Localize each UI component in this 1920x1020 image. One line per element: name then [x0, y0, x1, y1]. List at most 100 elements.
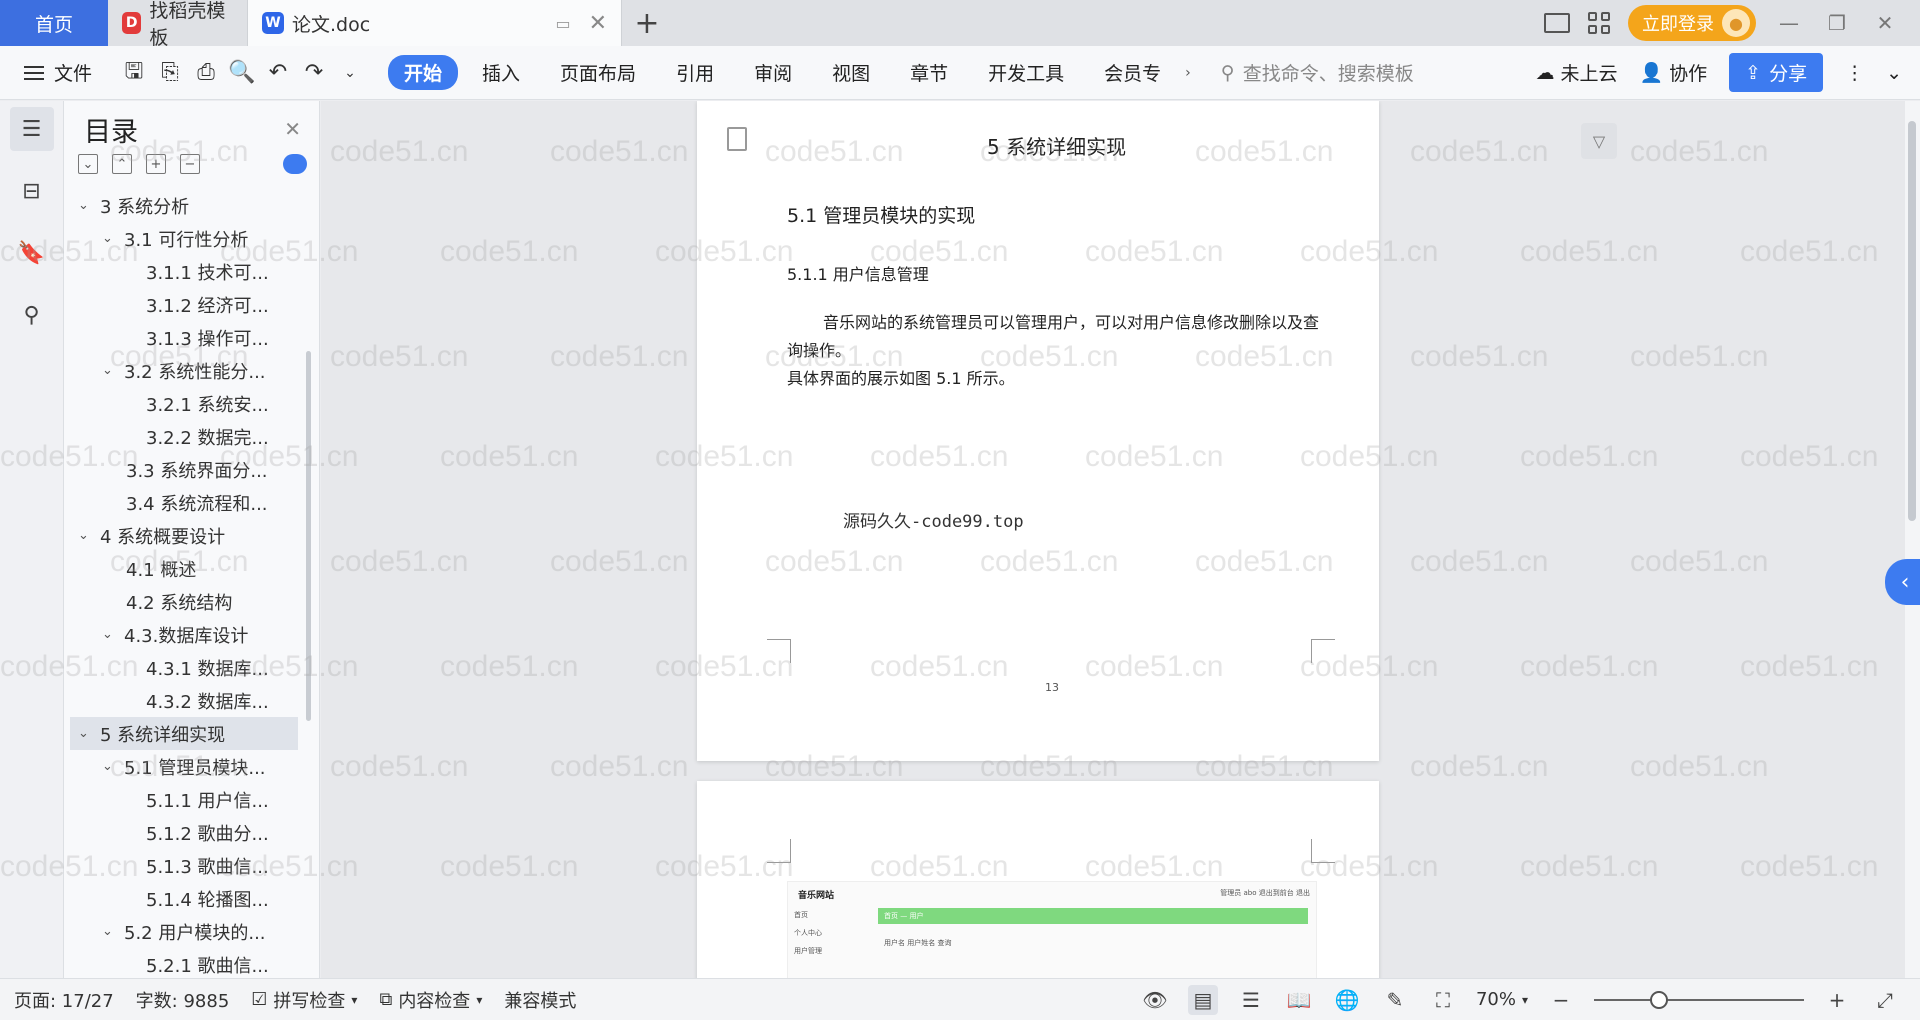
- chevron-down-icon[interactable]: ⌄: [78, 528, 94, 543]
- collapse-icon[interactable]: ⌃: [112, 154, 132, 174]
- minimize-icon[interactable]: —: [1774, 11, 1804, 35]
- zoom-knob[interactable]: [1650, 990, 1668, 1009]
- collapse-ribbon-icon[interactable]: ⌄: [1886, 62, 1902, 84]
- tab-member[interactable]: 会员专: [1088, 55, 1177, 90]
- fullscreen-icon[interactable]: ⤢: [1870, 985, 1900, 1015]
- fit-page-icon[interactable]: ⛶: [1428, 985, 1458, 1015]
- monitor-icon[interactable]: ▭: [555, 14, 570, 33]
- outline-item[interactable]: 3.4 系统流程和...: [70, 486, 298, 519]
- outline-item[interactable]: 3.1.3 操作可...: [70, 321, 298, 354]
- share-button[interactable]: ⇪ 分享: [1729, 53, 1824, 92]
- document-icon[interactable]: [727, 127, 747, 151]
- print-icon[interactable]: ⎙: [188, 55, 224, 91]
- tab-document[interactable]: W 论文.doc ▭ ✕: [248, 0, 622, 46]
- filter-icon[interactable]: ▽: [1581, 123, 1617, 159]
- chevron-down-icon[interactable]: ⌄: [78, 198, 94, 213]
- tab-view[interactable]: 视图: [816, 55, 886, 90]
- print-preview-icon[interactable]: 🔍: [224, 55, 260, 91]
- zoom-slider[interactable]: [1594, 990, 1804, 1009]
- outline-item[interactable]: 4.3.1 数据库...: [70, 651, 298, 684]
- tab-insert[interactable]: 插入: [466, 55, 536, 90]
- outline-item[interactable]: ⌄ 5 系统详细实现: [70, 717, 298, 750]
- zoom-out-icon[interactable]: −: [1546, 985, 1576, 1015]
- outline-item[interactable]: 3.2.2 数据完...: [70, 420, 298, 453]
- document-page[interactable]: 5 系统详细实现 5.1 管理员模块的实现 5.1.1 用户信息管理 音乐网站的…: [697, 101, 1379, 761]
- outline-item[interactable]: ⌄ 4.3.数据库设计: [70, 618, 298, 651]
- close-panel-icon[interactable]: ✕: [284, 117, 301, 141]
- page-count[interactable]: 页面: 17/27: [14, 987, 114, 1013]
- new-tab-button[interactable]: +: [622, 0, 672, 46]
- collab-button[interactable]: 👤 协作: [1639, 59, 1707, 86]
- add-heading-icon[interactable]: +: [146, 154, 166, 174]
- chevron-down-icon[interactable]: ⌄: [332, 55, 368, 91]
- outline-item[interactable]: ⌄ 4 系统概要设计: [70, 519, 298, 552]
- find-icon[interactable]: ⚲: [10, 293, 54, 337]
- ai-assistant-icon[interactable]: [283, 154, 307, 174]
- compat-mode[interactable]: 兼容模式: [504, 987, 576, 1013]
- outline-item[interactable]: 3.3 系统界面分...: [70, 453, 298, 486]
- remove-heading-icon[interactable]: −: [180, 154, 200, 174]
- eye-protection-icon[interactable]: 👁: [1140, 985, 1170, 1015]
- apps-grid-icon[interactable]: [1588, 12, 1610, 34]
- outline-item[interactable]: ⌄ 3.1 可行性分析: [70, 222, 298, 255]
- file-menu[interactable]: 文件: [0, 59, 116, 86]
- chevron-down-icon[interactable]: ⌄: [102, 759, 118, 774]
- scroll-thumb[interactable]: [1908, 121, 1916, 521]
- chevron-down-icon[interactable]: ⌄: [78, 726, 94, 741]
- outline-item[interactable]: ⌄ 5.1 管理员模块...: [70, 750, 298, 783]
- undo-icon[interactable]: ↶: [260, 55, 296, 91]
- more-icon[interactable]: ⋮: [1845, 62, 1864, 84]
- outline-scrollbar[interactable]: [306, 351, 311, 721]
- outline-item[interactable]: 4.2 系统结构: [70, 585, 298, 618]
- redo-icon[interactable]: ↷: [296, 55, 332, 91]
- page-view-icon[interactable]: ▤: [1187, 984, 1218, 1015]
- tab-reference[interactable]: 引用: [660, 55, 730, 90]
- chevron-right-icon[interactable]: ›: [1185, 65, 1191, 81]
- zoom-in-icon[interactable]: +: [1822, 985, 1852, 1015]
- save-icon[interactable]: 🖫: [116, 55, 152, 91]
- navigation-icon[interactable]: ⊟: [10, 169, 54, 213]
- login-button[interactable]: 立即登录 ●: [1628, 5, 1756, 41]
- close-tab-icon[interactable]: ✕: [589, 11, 607, 36]
- expand-sidebar-icon[interactable]: ‹: [1885, 559, 1920, 605]
- chevron-down-icon[interactable]: ⌄: [102, 627, 118, 642]
- outline-item[interactable]: ⌄ 5.2 用户模块的...: [70, 915, 298, 948]
- document-page-2[interactable]: 音乐网站 管理员 abo 退出到前台 退出 首页 个人中心 用户管理 首页 — …: [697, 781, 1379, 978]
- outline-item[interactable]: 3.2.1 系统安...: [70, 387, 298, 420]
- content-check[interactable]: ⧉ 内容检查 ▾: [379, 987, 482, 1013]
- tab-layout[interactable]: 页面布局: [544, 55, 652, 90]
- chevron-down-icon[interactable]: ⌄: [102, 231, 118, 246]
- tab-review[interactable]: 审阅: [738, 55, 808, 90]
- vertical-scrollbar[interactable]: [1905, 101, 1920, 978]
- outline-view-icon[interactable]: ☰: [1236, 985, 1266, 1015]
- tab-template[interactable]: D 找稻壳模板: [108, 0, 248, 49]
- outline-item[interactable]: 4.1 概述: [70, 552, 298, 585]
- chevron-down-icon[interactable]: ⌄: [102, 924, 118, 939]
- restore-icon[interactable]: ❐: [1822, 11, 1852, 35]
- outline-item[interactable]: 3.1.1 技术可...: [70, 255, 298, 288]
- outline-item[interactable]: 5.1.2 歌曲分...: [70, 816, 298, 849]
- chevron-down-icon[interactable]: ⌄: [102, 363, 118, 378]
- outline-item[interactable]: 4.3.2 数据库...: [70, 684, 298, 717]
- outline-item[interactable]: ⌄ 3.2 系统性能分...: [70, 354, 298, 387]
- bookmark-icon[interactable]: 🔖: [10, 231, 54, 275]
- outline-item[interactable]: 5.1.4 轮播图...: [70, 882, 298, 915]
- outline-item[interactable]: 5.1.3 歌曲信...: [70, 849, 298, 882]
- export-icon[interactable]: ⎘: [152, 55, 188, 91]
- layout-icon[interactable]: [1544, 13, 1570, 33]
- command-search[interactable]: ⚲ 查找命令、搜索模板: [1221, 59, 1414, 86]
- spell-check[interactable]: ☑ 拼写检查 ▾: [251, 987, 357, 1013]
- outline-item[interactable]: 5.1.1 用户信...: [70, 783, 298, 816]
- tab-start[interactable]: 开始: [388, 55, 459, 90]
- outline-item[interactable]: ⌄ 3 系统分析: [70, 189, 298, 222]
- close-window-icon[interactable]: ✕: [1870, 11, 1900, 35]
- word-count[interactable]: 字数: 9885: [136, 987, 230, 1013]
- web-view-icon[interactable]: 🌐: [1332, 985, 1362, 1015]
- tab-devtools[interactable]: 开发工具: [972, 55, 1080, 90]
- tab-chapter[interactable]: 章节: [894, 55, 964, 90]
- cloud-status[interactable]: ☁ 未上云: [1535, 59, 1617, 86]
- tab-home[interactable]: 首页: [0, 0, 108, 46]
- outline-icon[interactable]: ☰: [9, 107, 54, 151]
- outline-item[interactable]: 3.1.2 经济可...: [70, 288, 298, 321]
- zoom-level[interactable]: 70% ▾: [1476, 989, 1528, 1010]
